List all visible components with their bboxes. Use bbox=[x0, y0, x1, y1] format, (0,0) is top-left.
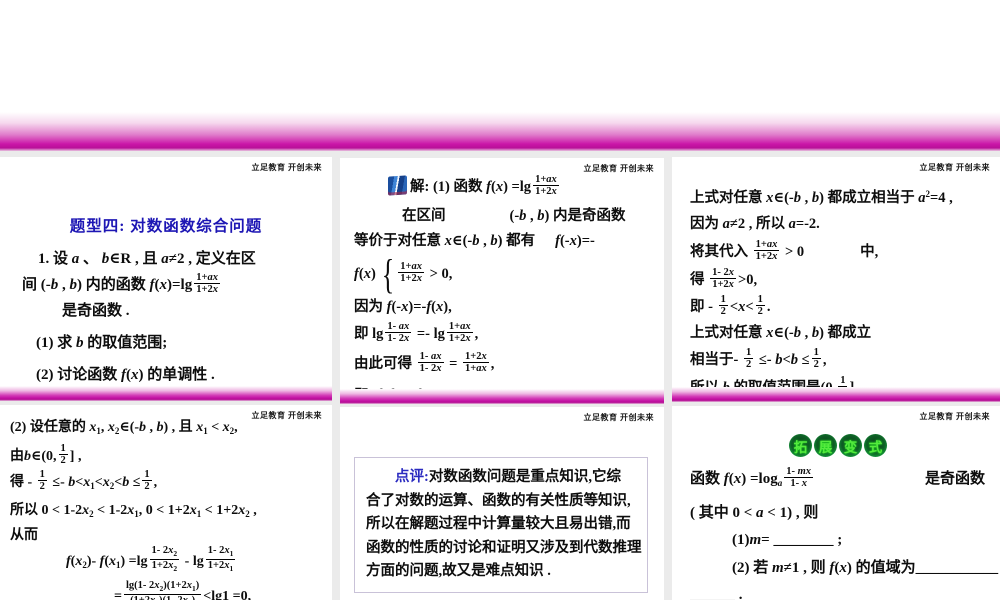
fraction: 12 bbox=[743, 347, 754, 371]
fraction: 12 bbox=[755, 294, 765, 318]
fraction: 12 bbox=[37, 469, 47, 493]
slide-page-solution-3[interactable]: 立足教育 开创未来 (2) 设任意的 x1, x2∈(-b , b) , 且 x… bbox=[0, 405, 332, 600]
text-line: 函数 f(x) =loga 1- mx 1- x 是奇函数 bbox=[690, 466, 986, 490]
text-line: 所以 0 < 1-2x2 < 1-2x1, 0 < 1+2x1 < 1+2x2 … bbox=[10, 503, 257, 519]
fraction: 1+ax 1+2x bbox=[753, 239, 780, 263]
text-line: 1. 设 a 、 b∈R , 且 a≠2 , 定义在区 bbox=[38, 251, 256, 267]
text-line: 方面的问题,故又是难点知识 . bbox=[366, 563, 551, 579]
text-line: (2) 设任意的 x1, x2∈(-b , b) , 且 x1 < x2, bbox=[10, 420, 238, 436]
slide-bottom-bar bbox=[0, 386, 332, 401]
slide-content: 函数 f(x) =loga 1- mx 1- x 是奇函数 ( 其中 0 < a < 1… bbox=[672, 462, 1000, 600]
text-line: 由此可得 1- ax 1- 2x = 1+2x 1+ax, bbox=[354, 350, 495, 374]
extension-badge-icon: 展 bbox=[814, 434, 837, 457]
text-line: 因为 a≠2 , 所以 a=-2. bbox=[690, 216, 820, 232]
slide-bottom-bar bbox=[672, 387, 1000, 402]
fraction: 1- ax 1- 2x bbox=[385, 320, 412, 344]
slide-page-solution-2[interactable]: 立足教育 开创未来 上式对任意 x∈(-b , b) 都成立相当于 a2=4 ,… bbox=[672, 157, 1000, 402]
fraction: 12 bbox=[811, 347, 821, 371]
text-line: 间 (-b , b) 内的函数 f(x)=lg 1+ax 1+2x bbox=[22, 272, 220, 296]
text-line: 等价于对任意 x∈(-b , b) 都有 f(-x)=- bbox=[354, 233, 595, 249]
text-line: (2) 讨论函数 f(x) 的单调性 . bbox=[36, 367, 215, 383]
text-line: =lg(1- 2x2)(1+2x1)(1+2x2)(1- 2x1)<lg1 =0… bbox=[10, 580, 332, 600]
text-line: 点评:对数函数问题是重点知识,它综 bbox=[395, 469, 621, 485]
extension-badge-icon: 拓 bbox=[789, 434, 812, 457]
fraction: 1+2x 1+ax bbox=[463, 350, 489, 374]
text-line: 函数的性质的讨论和证明又涉及到代数推理 bbox=[366, 539, 642, 556]
text-line: (1)m= ________ ; bbox=[732, 532, 843, 548]
fraction: 1- ax 1- 2x bbox=[417, 350, 444, 374]
slide-content: (2) 设任意的 x1, x2∈(-b , b) , 且 x1 < x2, 由b∈… bbox=[0, 405, 332, 600]
text-line: 从而 bbox=[10, 528, 38, 543]
slide-content: 上式对任意 x∈(-b , b) 都成立相当于 a2=4 , 因为 a≠2 , 所… bbox=[672, 157, 1000, 402]
fraction: 1- 2x1 1+2x1 bbox=[205, 545, 236, 574]
brand-slogan: 立足教育 开创未来 bbox=[919, 412, 990, 421]
fraction: 1- mx 1- x bbox=[784, 466, 814, 490]
fraction: 1+ax 1+2x bbox=[398, 261, 424, 285]
text-line: f(x2)- f(x1) =lg 1- 2x2 1+2x2 - lg 1- 2x1 1+… bbox=[66, 545, 236, 574]
extension-badge-icon: 变 bbox=[839, 434, 862, 457]
brand-slogan: 立足教育 开创未来 bbox=[583, 413, 654, 422]
text-line: 是奇函数 . bbox=[62, 303, 130, 319]
book-icon bbox=[388, 175, 407, 196]
fraction: 1- 2x 1+2x bbox=[710, 267, 736, 291]
text-line: ( 其中 0 < a < 1) , 则 bbox=[690, 505, 819, 521]
text-line: 在区间 (-b , b) 内是奇函数 bbox=[402, 208, 626, 224]
magenta-gradient-bar bbox=[0, 112, 1000, 151]
text-line: 合了对数的运算、函数的有关性质等知识, bbox=[366, 492, 631, 509]
text-line: 得 - 12 ≤- b<x1<x2<b ≤1 2, bbox=[10, 469, 158, 493]
text-line: f(x){1+ax 1+2x > 0, bbox=[354, 250, 453, 298]
text-line: 因为 f(-x)=-f(x), bbox=[354, 298, 452, 315]
text-line: 由b∈(0, 1 2] , bbox=[10, 443, 82, 467]
fraction: 1+ax 1+2x bbox=[446, 320, 473, 344]
text-line: 将其代入 1+ax 1+2x > 0 中, bbox=[690, 239, 879, 263]
text-line: 解: (1) 函数 f(x) =lg 1+ax 1+2x bbox=[354, 170, 664, 204]
fraction: lg(1- 2x2)(1+2x1)(1+2x2)(1- 2x1) bbox=[123, 580, 202, 600]
slide-page-problem[interactable]: 立足教育 开创未来 题型四: 对数函数综合问题 1. 设 a 、 b∈R , 且 … bbox=[0, 157, 332, 401]
extension-badge-icon: 式 bbox=[864, 434, 887, 457]
extension-badges-row: 拓展变式 bbox=[788, 434, 1000, 458]
text-line: (2) 若 m≠1 , 则 f(x) 的值域为___________ bbox=[732, 560, 999, 576]
text-line: 所以在解题过程中计算量较大且易出错,而 bbox=[366, 516, 631, 532]
text-line: 得 1- 2x 1+2x >0, bbox=[690, 267, 758, 291]
text-line: 上式对任意 x∈(-b , b) 都成立相当于 a2=4 , bbox=[690, 189, 953, 206]
slide-page-comment[interactable]: 立足教育 开创未来 点评:对数函数问题是重点知识,它综合了对数的运算、函数的有关… bbox=[340, 407, 664, 600]
slide-page-extension[interactable]: 立足教育 开创未来 拓展变式 函数 f(x) =loga 1- mx 1- x 是奇函… bbox=[672, 406, 1000, 600]
comment-box: 点评:对数函数问题是重点知识,它综合了对数的运算、函数的有关性质等知识, 所以在解… bbox=[354, 457, 648, 593]
text-line: 即 - 1 2 <x< 1 2. bbox=[690, 294, 771, 318]
text-line: 相当于- 12 ≤- b<b ≤1 2, bbox=[690, 347, 827, 371]
slide-page-solution-1[interactable]: 立足教育 开创未来 解: (1) 函数 f(x) =lg 1+ax 1+2x 在区间(… bbox=[340, 158, 664, 404]
fraction: 12 bbox=[58, 443, 68, 467]
slide-content: 题型四: 对数函数综合问题 1. 设 a 、 b∈R , 且 a≠2 , 定义在区… bbox=[0, 157, 332, 387]
fraction: 12 bbox=[718, 294, 728, 318]
previous-row-bottom-band bbox=[0, 0, 1000, 151]
fraction: 12 bbox=[142, 469, 152, 493]
text-line: ______ . bbox=[690, 587, 743, 600]
text-line: 上式对任意 x∈(-b , b) 都成立 bbox=[690, 325, 872, 341]
slide-content: 解: (1) 函数 f(x) =lg 1+ax 1+2x 在区间 (-b , b) 内是… bbox=[340, 158, 664, 404]
text-line: (1) 求 b 的取值范围; bbox=[36, 335, 168, 351]
fraction: 1+ax 1+2x bbox=[533, 174, 559, 198]
text-line: 题型四: 对数函数综合问题 bbox=[69, 218, 263, 235]
text-line: 即 lg 1- ax 1- 2x =- lg 1+ax 1+2x, bbox=[354, 320, 479, 344]
fraction: 1- 2x2 1+2x2 bbox=[149, 545, 180, 574]
slide-bottom-bar bbox=[340, 389, 664, 404]
fraction: 1+ax 1+2x bbox=[194, 272, 220, 296]
